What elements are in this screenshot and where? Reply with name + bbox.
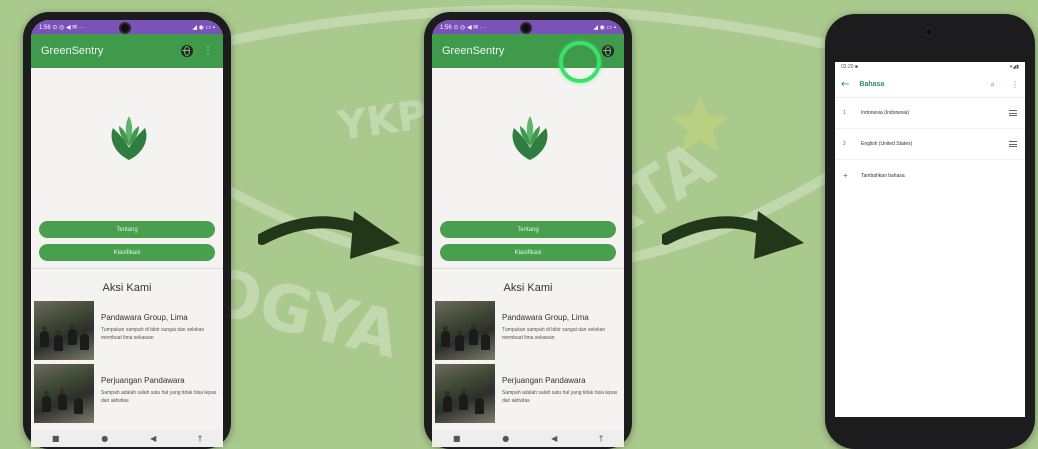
status-right-icons: ◢ ◉ ▭ ▪	[192, 24, 215, 31]
plus-icon: +	[843, 171, 848, 180]
back-arrow-icon[interactable]: ←	[841, 79, 849, 90]
front-camera	[925, 28, 933, 36]
globe-icon[interactable]	[602, 45, 614, 57]
app-screen: 1:56 ⊙ ◎ ◀ ✉ ··· ◢ ◉ ▭ ▪ GreenSentry ⋮ T…	[31, 20, 223, 447]
divider	[31, 268, 223, 269]
app-screen: 1:56 ⊙ ◎ ◀ ✉ ··· ◢ ◉ ▭ ▪ GreenSentry Ten…	[432, 20, 624, 447]
card-photo	[435, 301, 495, 360]
tentang-button[interactable]: Tentang	[440, 221, 616, 238]
action-card[interactable]: Perjuangan Pandawara Sampah adalah salah…	[34, 364, 220, 424]
system-nav-bar: ■ ● ◀ †	[432, 430, 624, 447]
klasifikasi-button[interactable]: Klasifikasi	[39, 244, 215, 261]
card-photo	[34, 364, 94, 423]
phone-2: 1:56 ⊙ ◎ ◀ ✉ ··· ◢ ◉ ▭ ▪ GreenSentry Ten…	[424, 12, 632, 449]
language-name: Indonesia (Indonesia)	[861, 110, 910, 116]
front-camera	[520, 22, 532, 34]
app-title: GreenSentry	[442, 45, 505, 57]
card-title: Perjuangan Pandawara	[101, 376, 185, 385]
app-logo	[512, 116, 548, 160]
accessibility-button[interactable]: †	[599, 434, 603, 443]
flow-arrow-1	[258, 211, 400, 259]
drag-handle-icon[interactable]	[1009, 141, 1017, 147]
status-icons: ■	[854, 64, 858, 70]
globe-icon[interactable]	[181, 45, 193, 57]
language-index: 2	[843, 141, 846, 147]
card-description: Sampah adalah salah satu hal yang tidak …	[502, 390, 618, 404]
status-time: 1:56	[440, 24, 452, 31]
system-nav-bar: ■ ● ◀ †	[31, 430, 223, 447]
status-time: 02.20	[841, 64, 854, 70]
language-item[interactable]: 1 Indonesia (Indonesia)	[835, 98, 1025, 129]
divider	[432, 268, 624, 269]
language-index: 1	[843, 110, 846, 116]
status-right-icons: ◢ ◉ ▭ ▪	[593, 24, 616, 31]
app-bar: GreenSentry ⋮	[31, 34, 223, 68]
flow-arrow-2	[662, 211, 804, 259]
status-icons: ⊙ ◎ ◀ ✉ ···	[52, 24, 85, 31]
card-description: Sampah adalah salah satu hal yang tidak …	[101, 390, 217, 404]
recents-button[interactable]: ■	[52, 434, 60, 443]
add-language-label: Tambahkan bahasa	[861, 172, 905, 179]
status-right-icons: ▾◢▮	[1009, 64, 1019, 70]
more-vert-icon[interactable]: ⋮	[203, 46, 213, 56]
action-card[interactable]: Pandawara Group, Lima Tumpukan sampah di…	[435, 301, 621, 361]
app-title: GreenSentry	[41, 45, 104, 57]
home-button[interactable]: ●	[101, 434, 108, 443]
action-card[interactable]: Pandawara Group, Lima Tumpukan sampah di…	[34, 301, 220, 361]
phone-1: 1:56 ⊙ ◎ ◀ ✉ ··· ◢ ◉ ▭ ▪ GreenSentry ⋮ T…	[23, 12, 231, 449]
page-title: Bahasa	[859, 81, 885, 88]
language-name: English (United States)	[861, 141, 913, 147]
drag-handle-icon[interactable]	[1009, 110, 1017, 116]
action-card[interactable]: Perjuangan Pandawara Sampah adalah salah…	[435, 364, 621, 424]
language-settings-screen: 02.20 ■ ▾◢▮ ← Bahasa ⌕ ⋮ 1 Indonesia (In…	[835, 62, 1025, 417]
recents-button[interactable]: ■	[453, 434, 461, 443]
more-vert-icon[interactable]: ⋮	[1011, 80, 1019, 89]
card-title: Pandawara Group, Lima	[101, 313, 188, 322]
phone-3: 02.20 ■ ▾◢▮ ← Bahasa ⌕ ⋮ 1 Indonesia (In…	[825, 14, 1035, 449]
card-title: Pandawara Group, Lima	[502, 313, 589, 322]
back-button[interactable]: ◀	[150, 434, 156, 443]
language-item[interactable]: 2 English (United States)	[835, 129, 1025, 160]
section-title: Aksi Kami	[503, 282, 553, 294]
app-logo	[111, 116, 147, 160]
status-time: 1:56	[39, 24, 51, 31]
tentang-button[interactable]: Tentang	[39, 221, 215, 238]
card-title: Perjuangan Pandawara	[502, 376, 586, 385]
card-photo	[435, 364, 495, 423]
add-language-button[interactable]: + Tambahkan bahasa	[835, 160, 1025, 191]
status-bar: 02.20 ■ ▾◢▮	[835, 62, 1025, 72]
card-description: Tumpukan sampah di bibir sungai dan selo…	[502, 327, 606, 341]
back-button[interactable]: ◀	[551, 434, 557, 443]
status-icons: ⊙ ◎ ◀ ✉ ···	[453, 24, 486, 31]
card-description: Tumpukan sampah di bibir sungai dan selo…	[101, 327, 205, 341]
accessibility-button[interactable]: †	[198, 434, 202, 443]
klasifikasi-button[interactable]: Klasifikasi	[440, 244, 616, 261]
highlight-ring	[559, 41, 601, 83]
settings-toolbar: ← Bahasa ⌕ ⋮	[835, 72, 1025, 98]
section-title: Aksi Kami	[102, 282, 152, 294]
card-photo	[34, 301, 94, 360]
search-icon[interactable]: ⌕	[991, 80, 995, 90]
home-button[interactable]: ●	[502, 434, 509, 443]
front-camera	[119, 22, 131, 34]
